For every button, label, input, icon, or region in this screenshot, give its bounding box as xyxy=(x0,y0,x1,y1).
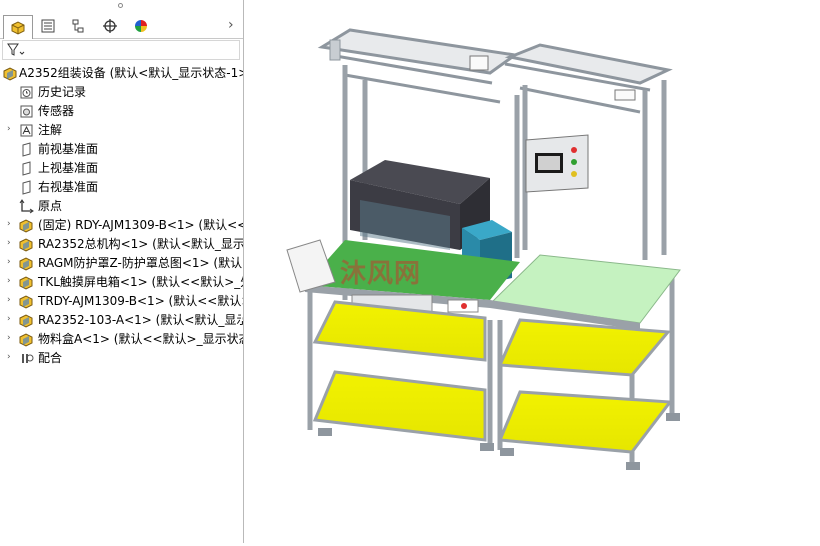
manager-tabs: › xyxy=(0,14,243,39)
expand-arrow-icon[interactable]: › xyxy=(7,295,11,305)
tree-item-label: 物料盒A<1> (默认<<默认>_显示状态 xyxy=(38,332,243,346)
tree-item-label: 右视基准面 xyxy=(38,180,99,194)
tree-item[interactable]: › (固定) RDY-AJM1309-B<1> (默认<<默 xyxy=(0,216,243,235)
assembly-icon xyxy=(3,67,17,81)
tree-root-label: A2352组装设备 (默认<默认_显示状态-1> xyxy=(19,66,243,80)
tree-item[interactable]: 右视基准面 xyxy=(0,178,243,197)
tree-item-label: RA2352总机构<1> (默认<默认_显示状 xyxy=(38,237,243,251)
tree-item[interactable]: 原点 xyxy=(0,197,243,216)
property-manager-tab[interactable] xyxy=(33,15,63,37)
crosshair-icon xyxy=(103,19,117,33)
touch-panel-box xyxy=(525,134,589,193)
mates-icon xyxy=(22,354,34,363)
tree-item[interactable]: › 配合 xyxy=(0,349,243,368)
tree-item-label: 上视基准面 xyxy=(38,161,99,175)
expand-arrow-icon[interactable]: › xyxy=(7,352,11,362)
tree-item[interactable]: 前视基准面 xyxy=(0,140,243,159)
tree-item[interactable]: › RA2352-103-A<1> (默认<默认_显示 xyxy=(0,311,243,330)
expand-arrow-icon[interactable]: › xyxy=(7,314,11,324)
expand-arrow-icon[interactable]: › xyxy=(7,238,11,248)
assembly-icon xyxy=(19,333,33,347)
configuration-manager-tab[interactable] xyxy=(63,15,93,37)
graphics-viewport[interactable]: 沐风网 xyxy=(244,0,820,543)
feature-manager-tab[interactable] xyxy=(3,15,33,39)
configuration-icon xyxy=(72,19,84,33)
panel-grip-handle[interactable] xyxy=(118,3,123,8)
tree-item[interactable]: 传感器 xyxy=(0,102,243,121)
plane-icon xyxy=(22,180,31,195)
plane-icon xyxy=(22,142,31,157)
expand-arrow-icon[interactable]: › xyxy=(7,333,11,343)
tree-item[interactable]: › 注解 xyxy=(0,121,243,140)
sensor-icon xyxy=(20,105,33,118)
expand-arrow-icon[interactable]: › xyxy=(7,257,11,267)
feature-manager-panel: › A2352组装设备 (默认<默认_显示状态-1> 历史记录传感器 › 注解前视基… xyxy=(0,0,244,543)
expand-arrow-icon[interactable]: › xyxy=(7,124,11,134)
dimxpert-manager-tab[interactable] xyxy=(95,15,125,37)
tree-item-label: RA2352-103-A<1> (默认<默认_显示 xyxy=(38,313,243,327)
assembly-icon xyxy=(19,219,33,233)
assembly-icon xyxy=(19,314,33,328)
tree-item-label: 前视基准面 xyxy=(38,142,99,156)
tree-item[interactable]: › TRDY-AJM1309-B<1> (默认<<默认> xyxy=(0,292,243,311)
assembly-icon xyxy=(19,276,33,290)
property-list-icon xyxy=(41,19,55,33)
display-manager-tab[interactable] xyxy=(126,15,156,37)
tree-item-label: 传感器 xyxy=(38,104,75,118)
annotation-icon xyxy=(20,124,33,137)
plane-icon xyxy=(22,161,31,176)
color-pie-icon xyxy=(135,20,147,32)
assembly-icon xyxy=(19,238,33,252)
tree-item-label: TKL触摸屏电箱<1> (默认<<默认>_外 xyxy=(38,275,243,289)
feature-tree-icon xyxy=(11,20,25,35)
filter-icon[interactable] xyxy=(6,42,26,58)
tree-item-label: 原点 xyxy=(38,199,63,213)
tree-item[interactable]: › RAGM防护罩Z-防护罩总图<1> (默认< xyxy=(0,254,243,273)
tree-item-label: 历史记录 xyxy=(38,85,87,99)
tree-root-item[interactable]: A2352组装设备 (默认<默认_显示状态-1> xyxy=(0,64,243,83)
tree-item[interactable]: › TKL触摸屏电箱<1> (默认<<默认>_外 xyxy=(0,273,243,292)
expand-arrow-icon[interactable]: › xyxy=(7,276,11,286)
history-icon xyxy=(20,86,33,99)
watermark: 沐风网 xyxy=(340,259,422,289)
tabs-overflow-button[interactable]: › xyxy=(228,17,234,33)
tree-item-label: (固定) RDY-AJM1309-B<1> (默认<<默 xyxy=(38,218,243,232)
tree-item[interactable]: › 物料盒A<1> (默认<<默认>_显示状态 xyxy=(0,330,243,349)
tree-item-label: TRDY-AJM1309-B<1> (默认<<默认> xyxy=(38,294,243,308)
tree-item[interactable]: 历史记录 xyxy=(0,83,243,102)
tree-item-label: 注解 xyxy=(38,123,63,137)
expand-arrow-icon[interactable]: › xyxy=(7,219,11,229)
assembly-model-render xyxy=(286,28,681,470)
tree-item-label: RAGM防护罩Z-防护罩总图<1> (默认< xyxy=(38,256,243,270)
tree-item-label: 配合 xyxy=(38,351,63,365)
tree-filter-bar[interactable] xyxy=(2,40,240,60)
top-canopy-frame xyxy=(317,28,673,114)
origin-icon xyxy=(19,199,34,214)
tree-item[interactable]: › RA2352总机构<1> (默认<默认_显示状 xyxy=(0,235,243,254)
assembly-icon xyxy=(19,295,33,309)
assembly-icon xyxy=(19,257,33,271)
tree-item[interactable]: 上视基准面 xyxy=(0,159,243,178)
